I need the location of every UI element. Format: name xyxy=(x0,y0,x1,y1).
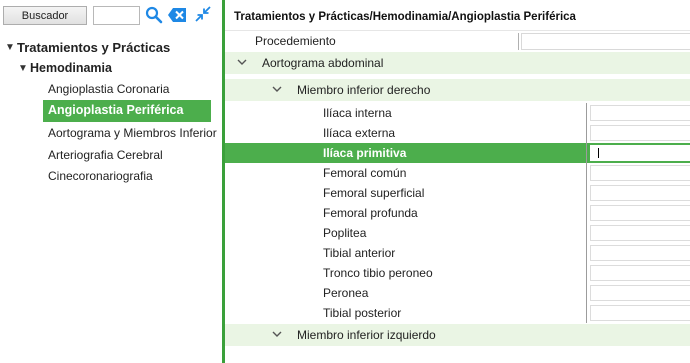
procedure-row[interactable]: Peronea xyxy=(225,283,690,303)
procedure-row-selected[interactable]: Ilíaca primitiva xyxy=(225,143,690,163)
column-separator xyxy=(586,103,587,123)
tree-leaf-label: Aortograma y Miembros Inferior xyxy=(48,126,217,140)
chevron-down-icon[interactable] xyxy=(271,83,283,95)
procedure-row[interactable]: Ilíaca externa xyxy=(225,123,690,143)
search-toolbar: Buscador xyxy=(0,0,222,30)
procedure-label: Ilíaca primitiva xyxy=(323,146,407,160)
procedure-label: Femoral superficial xyxy=(323,186,425,200)
value-field[interactable] xyxy=(590,145,690,161)
breadcrumb: Tratamientos y Prácticas/Hemodinamia/Ang… xyxy=(234,11,576,23)
section-row[interactable]: Aortograma abdominal xyxy=(225,52,690,74)
chevron-down-icon[interactable] xyxy=(271,328,283,340)
tree-leaf[interactable]: Arteriografia Cerebral xyxy=(48,146,163,164)
value-field[interactable] xyxy=(590,105,690,121)
collapse-icon[interactable] xyxy=(195,6,211,22)
tree-leaf-label: Cinecoronariografia xyxy=(48,169,153,183)
procedure-row[interactable]: Tronco tibio peroneo xyxy=(225,263,690,283)
tree-leaf-label: Angioplastia Coronaria xyxy=(48,82,170,96)
value-field[interactable] xyxy=(590,225,690,241)
column-separator[interactable] xyxy=(518,33,519,50)
procedure-label: Femoral profunda xyxy=(323,206,418,220)
column-separator xyxy=(586,143,587,163)
column-separator xyxy=(586,243,587,263)
procedure-label: Ilíaca externa xyxy=(323,126,396,140)
buscador-button[interactable]: Buscador xyxy=(3,6,87,25)
procedure-row[interactable]: Tibial posterior xyxy=(225,303,690,323)
chevron-down-icon[interactable]: ▼ xyxy=(18,63,30,74)
procedure-label: Ilíaca interna xyxy=(323,106,392,120)
group-label: Miembro inferior izquierdo xyxy=(297,328,436,342)
procedure-row[interactable]: Femoral profunda xyxy=(225,203,690,223)
value-field[interactable] xyxy=(590,265,690,281)
group-row[interactable]: Miembro inferior izquierdo xyxy=(225,324,690,346)
tree-node-label: Tratamientos y Prácticas xyxy=(17,39,171,55)
procedure-label: Poplitea xyxy=(323,226,367,240)
value-field[interactable] xyxy=(590,185,690,201)
value-field[interactable] xyxy=(590,205,690,221)
column-separator xyxy=(586,223,587,243)
section-label: Aortograma abdominal xyxy=(262,56,384,70)
procedure-row[interactable]: Ilíaca interna xyxy=(225,103,690,123)
column-separator xyxy=(586,283,587,303)
tree-leaf-selected[interactable]: Angioplastia Periférica xyxy=(43,100,211,122)
tree-node-label: Hemodinamia xyxy=(30,61,112,75)
procedure-row[interactable]: Femoral común xyxy=(225,163,690,183)
procedure-label: Peronea xyxy=(323,286,369,300)
group-row[interactable]: Miembro inferior derecho xyxy=(225,79,690,101)
value-field[interactable] xyxy=(590,125,690,141)
procedure-row[interactable]: Tibial anterior xyxy=(225,243,690,263)
tree-leaf-label: Angioplastia Periférica xyxy=(48,103,184,117)
tree-leaf[interactable]: Aortograma y Miembros Inferior xyxy=(48,124,217,142)
procedure-label: Tibial anterior xyxy=(323,246,396,260)
procedure-label: Tronco tibio peroneo xyxy=(323,266,433,280)
chevron-down-icon[interactable]: ▼ xyxy=(5,42,17,53)
column-header: Procedemiento xyxy=(255,34,336,48)
column-separator xyxy=(586,263,587,283)
column-separator xyxy=(586,303,587,323)
detail-panel: Tratamientos y Prácticas/Hemodinamia/Ang… xyxy=(225,0,690,363)
value-field[interactable] xyxy=(590,165,690,181)
procedure-label: Tibial posterior xyxy=(323,306,402,320)
value-field[interactable] xyxy=(590,285,690,301)
value-field[interactable] xyxy=(590,305,690,321)
tree-leaf[interactable]: Cinecoronariografia xyxy=(48,167,153,185)
tree-node-root[interactable]: ▼ Tratamientos y Prácticas xyxy=(5,38,170,56)
divider xyxy=(225,30,690,31)
search-input[interactable] xyxy=(93,6,140,25)
search-icon[interactable] xyxy=(145,6,163,24)
column-separator xyxy=(586,203,587,223)
text-caret xyxy=(598,148,599,158)
procedure-row[interactable]: Femoral superficial xyxy=(225,183,690,203)
column-separator xyxy=(586,183,587,203)
tree-leaf-label: Arteriografia Cerebral xyxy=(48,148,163,162)
navigation-panel: Buscador ▼ Tratamientos y Prácticas ▼ He… xyxy=(0,0,222,363)
chevron-down-icon[interactable] xyxy=(236,56,248,68)
clear-icon[interactable] xyxy=(167,7,187,23)
column-separator xyxy=(586,163,587,183)
tree-leaf[interactable]: Angioplastia Coronaria xyxy=(48,80,169,98)
procedure-label: Femoral común xyxy=(323,166,407,180)
group-label: Miembro inferior derecho xyxy=(297,83,431,97)
value-field[interactable] xyxy=(590,245,690,261)
column-separator xyxy=(586,123,587,143)
tree-node-group[interactable]: ▼ Hemodinamia xyxy=(18,59,112,77)
procedure-row[interactable]: Poplitea xyxy=(225,223,690,243)
column-header-field[interactable] xyxy=(521,33,690,50)
